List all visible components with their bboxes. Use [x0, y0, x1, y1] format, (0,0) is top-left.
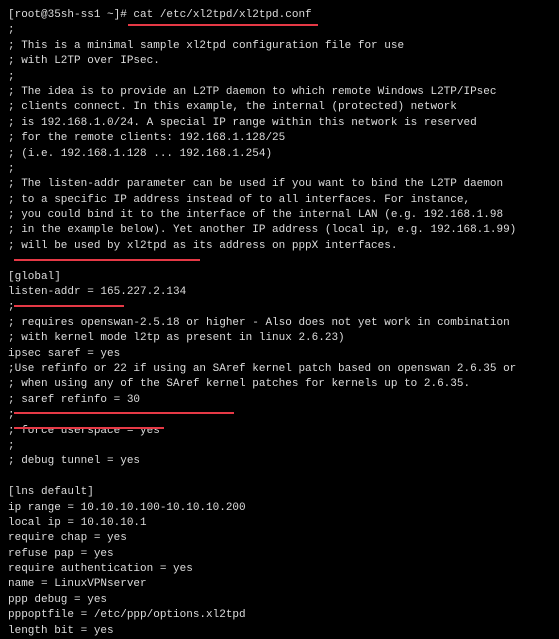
- config-line: require chap = yes: [8, 531, 551, 546]
- config-line: ; force userspace = yes: [8, 424, 551, 439]
- config-line: ; will be used by xl2tpd as its address …: [8, 239, 551, 254]
- config-line: ; The listen-addr parameter can be used …: [8, 177, 551, 192]
- config-line: require authentication = yes: [8, 562, 551, 577]
- config-line: ; you could bind it to the interface of …: [8, 208, 551, 223]
- config-line: ; requires openswan-2.5.18 or higher - A…: [8, 316, 551, 331]
- highlight-underline: [14, 412, 234, 414]
- config-line: ;: [8, 408, 551, 423]
- config-file-content: ; ; This is a minimal sample xl2tpd confi…: [8, 23, 551, 639]
- config-line: ; clients connect. In this example, the …: [8, 100, 551, 115]
- config-line: ; This is a minimal sample xl2tpd config…: [8, 39, 551, 54]
- config-line: name = LinuxVPNserver: [8, 577, 551, 592]
- shell-prompt-line: [root@35sh-ss1 ~]# cat /etc/xl2tpd/xl2tp…: [8, 8, 551, 23]
- config-line: ; (i.e. 192.168.1.128 ... 192.168.1.254): [8, 147, 551, 162]
- config-line: pppoptfile = /etc/ppp/options.xl2tpd: [8, 608, 551, 623]
- highlight-underline: [14, 259, 200, 261]
- config-line: listen-addr = 165.227.2.134: [8, 285, 551, 300]
- config-line: ; when using any of the SAref kernel pat…: [8, 377, 551, 392]
- config-line: ;Use refinfo or 22 if using an SAref ker…: [8, 362, 551, 377]
- config-line: ;: [8, 439, 551, 454]
- highlight-underline: [14, 305, 124, 307]
- config-line: ; with kernel mode l2tp as present in li…: [8, 331, 551, 346]
- config-line: ; in the example below). Yet another IP …: [8, 223, 551, 238]
- config-line: local ip = 10.10.10.1: [8, 516, 551, 531]
- config-line: ; to a specific IP address instead of to…: [8, 193, 551, 208]
- config-line: [8, 254, 551, 269]
- terminal-output: [root@35sh-ss1 ~]# cat /etc/xl2tpd/xl2tp…: [8, 8, 551, 639]
- config-line: ipsec saref = yes: [8, 347, 551, 362]
- config-line: ; with L2TP over IPsec.: [8, 54, 551, 69]
- config-line: [lns default]: [8, 485, 551, 500]
- config-line: ; The idea is to provide an L2TP daemon …: [8, 85, 551, 100]
- config-line: refuse pap = yes: [8, 547, 551, 562]
- config-line: ;: [8, 300, 551, 315]
- config-line: ; is 192.168.1.0/24. A special IP range …: [8, 116, 551, 131]
- config-line: ; debug tunnel = yes: [8, 454, 551, 469]
- config-line: ppp debug = yes: [8, 593, 551, 608]
- highlight-underline: [128, 24, 318, 26]
- config-line: [8, 470, 551, 485]
- config-line: ;: [8, 162, 551, 177]
- highlight-underline: [14, 427, 164, 429]
- config-line: ; saref refinfo = 30: [8, 393, 551, 408]
- config-line: ;: [8, 70, 551, 85]
- config-line: [global]: [8, 270, 551, 285]
- config-line: ; for the remote clients: 192.168.1.128/…: [8, 131, 551, 146]
- config-line: length bit = yes: [8, 624, 551, 639]
